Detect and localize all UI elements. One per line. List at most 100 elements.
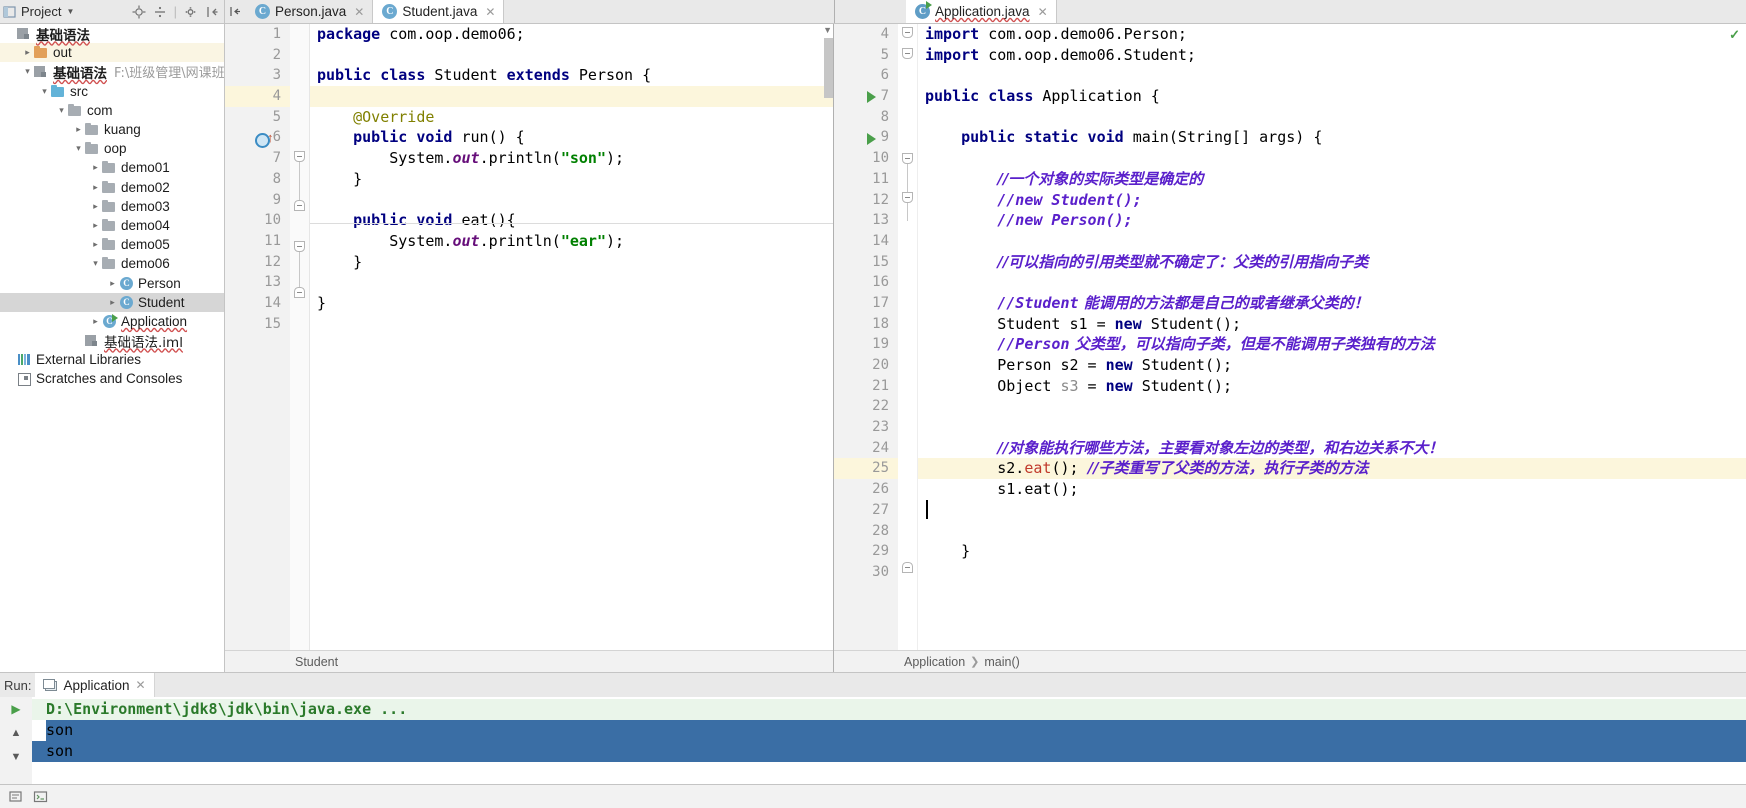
editor-left-vscroll-thumb[interactable] (824, 38, 833, 98)
code-line[interactable]: public class Application { (918, 86, 1746, 107)
event-log-icon[interactable] (8, 789, 23, 804)
line-number[interactable]: 25 (834, 458, 898, 480)
code-line[interactable] (918, 272, 1746, 293)
line-number[interactable]: 2 (225, 45, 290, 66)
console-output-line[interactable]: son (32, 720, 1746, 741)
locate-icon[interactable] (132, 5, 146, 19)
tree-row-src[interactable]: src (0, 82, 224, 101)
code-line[interactable]: //Student 能调用的方法都是自己的或者继承父类的！ (918, 293, 1746, 314)
line-number[interactable]: 15 (225, 314, 290, 335)
line-number[interactable]: 11 (225, 231, 290, 252)
line-number[interactable]: 3 (225, 65, 290, 86)
code-line[interactable]: //对象能执行哪些方法，主要看对象左边的类型，和右边关系不大！ (918, 438, 1746, 459)
run-tab-application[interactable]: Application ✕ (35, 673, 155, 697)
chevron-down-icon[interactable] (89, 258, 102, 269)
line-number[interactable]: 22 (834, 396, 898, 417)
fold-marker[interactable] (902, 562, 913, 573)
editor-left-code[interactable]: ▼ package com.oop.demo06; public class S… (310, 24, 833, 650)
tabs-collapse-icon[interactable] (225, 0, 246, 23)
code-line[interactable]: package com.oop.demo06; (310, 24, 833, 45)
tree-row-[interactable]: 基础语法 (0, 24, 224, 44)
code-line[interactable] (918, 65, 1746, 86)
code-line[interactable]: import com.oop.demo06.Student; (918, 45, 1746, 66)
code-line[interactable] (310, 190, 833, 211)
tree-row-com[interactable]: com (0, 101, 224, 120)
code-line[interactable]: Object s3 = new Student(); (918, 376, 1746, 397)
project-tree[interactable]: 基础语法out基础语法F:\班级管理\网课班\代码\Jasrccomkuango… (0, 24, 225, 672)
line-number[interactable]: 17 (834, 293, 898, 314)
chevron-right-icon[interactable] (89, 201, 102, 212)
fold-marker[interactable] (902, 27, 913, 38)
chevron-down-icon[interactable]: ▼ (66, 7, 74, 16)
code-line[interactable]: } (310, 252, 833, 273)
chevron-down-icon[interactable] (72, 143, 85, 154)
tree-row-demo04[interactable]: demo04 (0, 216, 224, 235)
line-number[interactable]: 8 (225, 169, 290, 190)
tree-row-student[interactable]: Student (0, 292, 224, 312)
code-line[interactable] (918, 500, 1746, 521)
line-number[interactable]: 23 (834, 417, 898, 438)
line-number[interactable]: 6 (834, 65, 898, 86)
code-line[interactable] (918, 521, 1746, 542)
tree-row-demo01[interactable]: demo01 (0, 158, 224, 177)
tree-row-demo06[interactable]: demo06 (0, 254, 224, 273)
tree-row-scratchesandconsoles[interactable]: Scratches and Consoles (0, 369, 224, 388)
line-number[interactable]: 27 (834, 500, 898, 521)
line-number[interactable]: 12 (225, 252, 290, 273)
chevron-right-icon[interactable] (89, 162, 102, 173)
line-number[interactable]: 9 (225, 190, 290, 211)
code-line[interactable]: public void run() { (310, 127, 833, 148)
line-number[interactable]: 4 (834, 24, 898, 45)
code-line[interactable]: public class Student extends Person { (310, 65, 833, 86)
close-icon[interactable]: ✕ (136, 678, 146, 692)
tree-row-[interactable]: 基础语法 F:\班级管理\网课班\代码\Ja (0, 62, 224, 82)
tree-row-demo02[interactable]: demo02 (0, 178, 224, 197)
line-number[interactable]: 14 (225, 293, 290, 314)
fold-marker[interactable] (902, 192, 913, 203)
chevron-down-icon[interactable] (21, 66, 34, 77)
code-line[interactable]: System.out.println("ear"); (310, 231, 833, 252)
code-line[interactable]: } (310, 169, 833, 190)
chevron-right-icon[interactable] (106, 297, 119, 308)
editor-left-fold-gutter[interactable] (290, 24, 310, 650)
code-line[interactable] (310, 45, 833, 66)
breadcrumb-item[interactable]: Application (904, 655, 965, 669)
code-line[interactable] (918, 107, 1746, 128)
line-number[interactable]: 13 (225, 272, 290, 293)
editor-right-fold-gutter[interactable] (898, 24, 918, 650)
code-line[interactable] (918, 417, 1746, 438)
tree-row-oop[interactable]: oop (0, 139, 224, 158)
chevron-down-icon[interactable] (38, 86, 51, 97)
code-line[interactable] (918, 148, 1746, 169)
line-number[interactable]: 9 (834, 127, 898, 148)
chevron-right-icon[interactable] (21, 47, 34, 58)
code-line[interactable]: import com.oop.demo06.Person; (918, 24, 1746, 45)
editor-tab-person[interactable]: C Person.java ✕ (246, 0, 374, 23)
project-panel-title[interactable]: Project (21, 4, 61, 19)
tree-row-externallibraries[interactable]: External Libraries (0, 350, 224, 369)
tree-row-demo05[interactable]: demo05 (0, 235, 224, 254)
fold-marker[interactable] (294, 151, 305, 162)
chevron-right-icon[interactable] (89, 239, 102, 250)
line-number[interactable]: 7 (225, 148, 290, 169)
console-output-line[interactable]: son (32, 741, 1746, 762)
fold-marker[interactable] (294, 200, 305, 211)
chevron-down-icon[interactable] (55, 105, 68, 116)
line-number[interactable]: 20 (834, 355, 898, 376)
code-line[interactable]: Student s1 = new Student(); (918, 314, 1746, 335)
line-number[interactable]: 26 (834, 479, 898, 500)
chevron-right-icon[interactable] (89, 182, 102, 193)
line-number[interactable]: 30 (834, 562, 898, 583)
line-number[interactable]: 4 (225, 86, 290, 107)
inspection-ok-icon[interactable]: ✓ (1729, 27, 1740, 43)
tree-row-application[interactable]: Application (0, 312, 224, 331)
line-number[interactable]: 14 (834, 231, 898, 252)
scroll-up-icon[interactable]: ▲ (3, 722, 29, 744)
tree-row-demo03[interactable]: demo03 (0, 197, 224, 216)
collapse-all-icon[interactable] (153, 5, 167, 19)
fold-marker[interactable] (902, 48, 913, 59)
code-line[interactable]: } (310, 293, 833, 314)
breadcrumb-item[interactable]: Student (295, 655, 338, 669)
code-line[interactable]: s1.eat(); (918, 479, 1746, 500)
line-number[interactable]: 5 (225, 107, 290, 128)
